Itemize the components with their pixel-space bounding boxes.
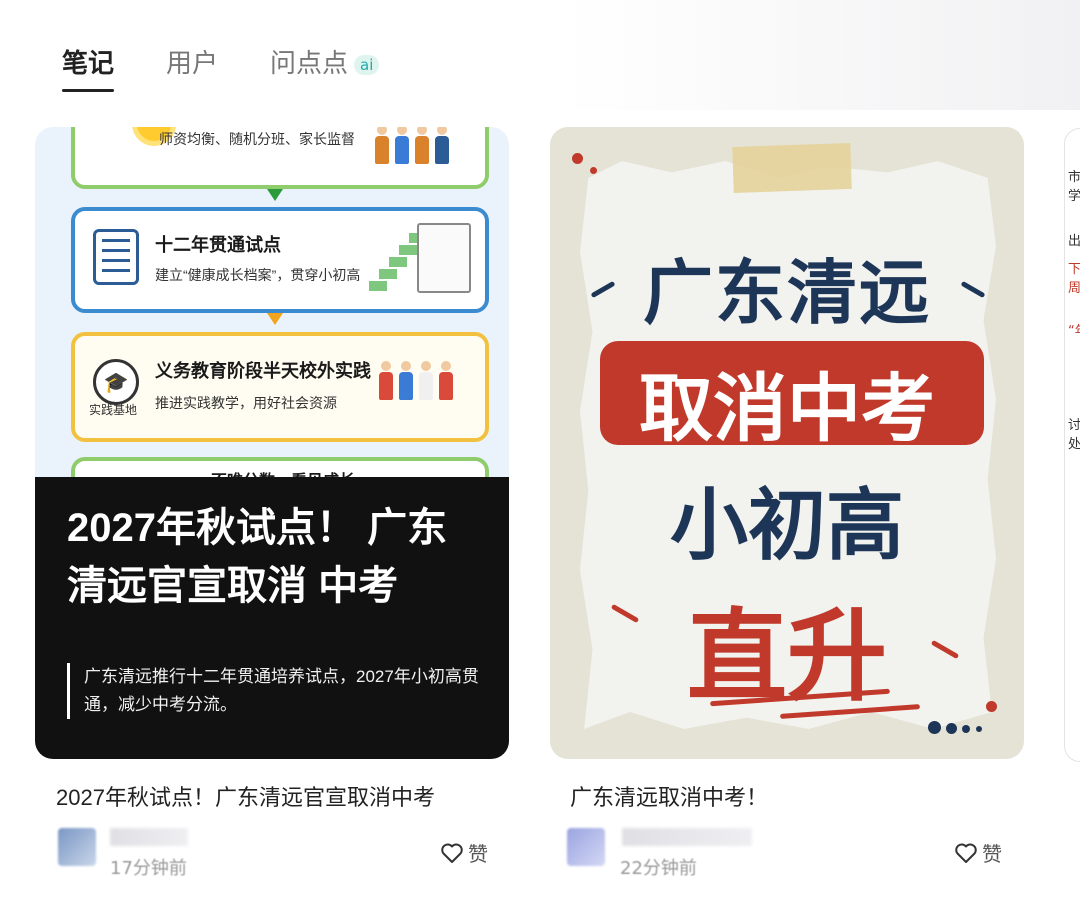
like-label: 赞	[468, 842, 488, 866]
author-avatar[interactable]	[58, 828, 96, 866]
ai-badge: ai	[354, 54, 380, 75]
heart-icon	[441, 843, 463, 863]
card3-edge-text: “年	[1068, 324, 1080, 339]
tab-ask-label: 问点点	[270, 49, 349, 79]
note-card-1-cover[interactable]: 师资均衡、随机分班、家长监督 十二年贯通试点 建立“健康成长档案”，贯穿小初高 …	[35, 127, 509, 759]
tab-ask[interactable]: 问点点 ai	[270, 44, 380, 84]
book-illustration	[417, 223, 471, 293]
poster-line-3: 小初高	[669, 481, 904, 571]
note-card-2-title[interactable]: 广东清远取消中考！	[570, 780, 768, 812]
cover-text-overlay: 2027年秋试点！ 广东清远官宣取消 中考 广东清远推行十二年贯通培养试点，20…	[35, 477, 509, 759]
top-background-fade	[560, 0, 1080, 110]
card3-edge-text: 讨处	[1068, 418, 1080, 452]
infographic-box-1-sub: 师资均衡、随机分班、家长监督	[159, 131, 355, 147]
card3-edge-text: 市学	[1068, 170, 1080, 204]
note-card-1-time: 17分钟前	[110, 858, 187, 879]
classroom-illustration	[375, 127, 449, 165]
tab-users-label: 用户	[166, 49, 219, 79]
author-name-blurred[interactable]	[110, 828, 188, 846]
infographic-box-3-sub: 推进实践教学，用好社会资源	[155, 395, 337, 411]
note-card-2-time: 22分钟前	[620, 858, 697, 879]
poster-line-2: 取消中考	[639, 366, 935, 452]
author-avatar[interactable]	[567, 828, 605, 866]
arrow-down-icon	[267, 189, 283, 201]
like-button[interactable]: 赞	[440, 838, 488, 867]
decor-dot	[928, 721, 941, 734]
note-card-1-title[interactable]: 2027年秋试点！广东清远官宣取消中考	[56, 780, 435, 812]
card3-edge-text: 下周	[1068, 262, 1080, 296]
note-card-2-cover[interactable]: 广东清远 取消中考 小初高 直升	[550, 127, 1024, 759]
search-result-tabs: 笔记 用户 问点点 ai	[62, 44, 380, 92]
tab-notes-label: 笔记	[62, 49, 115, 79]
infographic-box-1: 师资均衡、随机分班、家长监督	[71, 127, 489, 189]
decor-dot	[962, 725, 970, 733]
infographic-box-2-sub: 建立“健康成长档案”，贯穿小初高	[155, 267, 361, 283]
decor-dot	[986, 701, 997, 712]
document-icon	[93, 229, 139, 285]
infographic-box-3-label: 实践基地	[89, 403, 138, 417]
tape-decoration	[732, 142, 852, 194]
author-name-blurred[interactable]	[622, 828, 752, 846]
decor-dot	[590, 167, 597, 174]
card3-edge-text: 出，	[1068, 234, 1080, 249]
decor-dot	[946, 723, 957, 734]
poster-line-1: 广东清远	[643, 252, 931, 334]
cover-overlay-description: 广东清远推行十二年贯通培养试点，2027年小初高贯通，减少中考分流。	[67, 663, 494, 719]
tab-notes[interactable]: 笔记	[62, 44, 115, 92]
tab-users[interactable]: 用户	[166, 44, 218, 84]
cover-overlay-title: 2027年秋试点！ 广东清远官宣取消 中考	[67, 506, 448, 608]
decor-dot	[572, 153, 583, 164]
arrow-down-icon	[267, 313, 283, 325]
like-button[interactable]: 赞	[954, 838, 1002, 867]
decor-dot	[976, 726, 982, 732]
infographic-box-2-title: 十二年贯通试点	[155, 235, 281, 255]
graduation-cap-icon: 🎓	[93, 359, 139, 405]
heart-icon	[955, 843, 977, 863]
students-illustration	[379, 361, 453, 401]
like-label: 赞	[982, 842, 1002, 866]
infographic-box-3-title: 义务教育阶段半天校外实践	[155, 361, 371, 381]
